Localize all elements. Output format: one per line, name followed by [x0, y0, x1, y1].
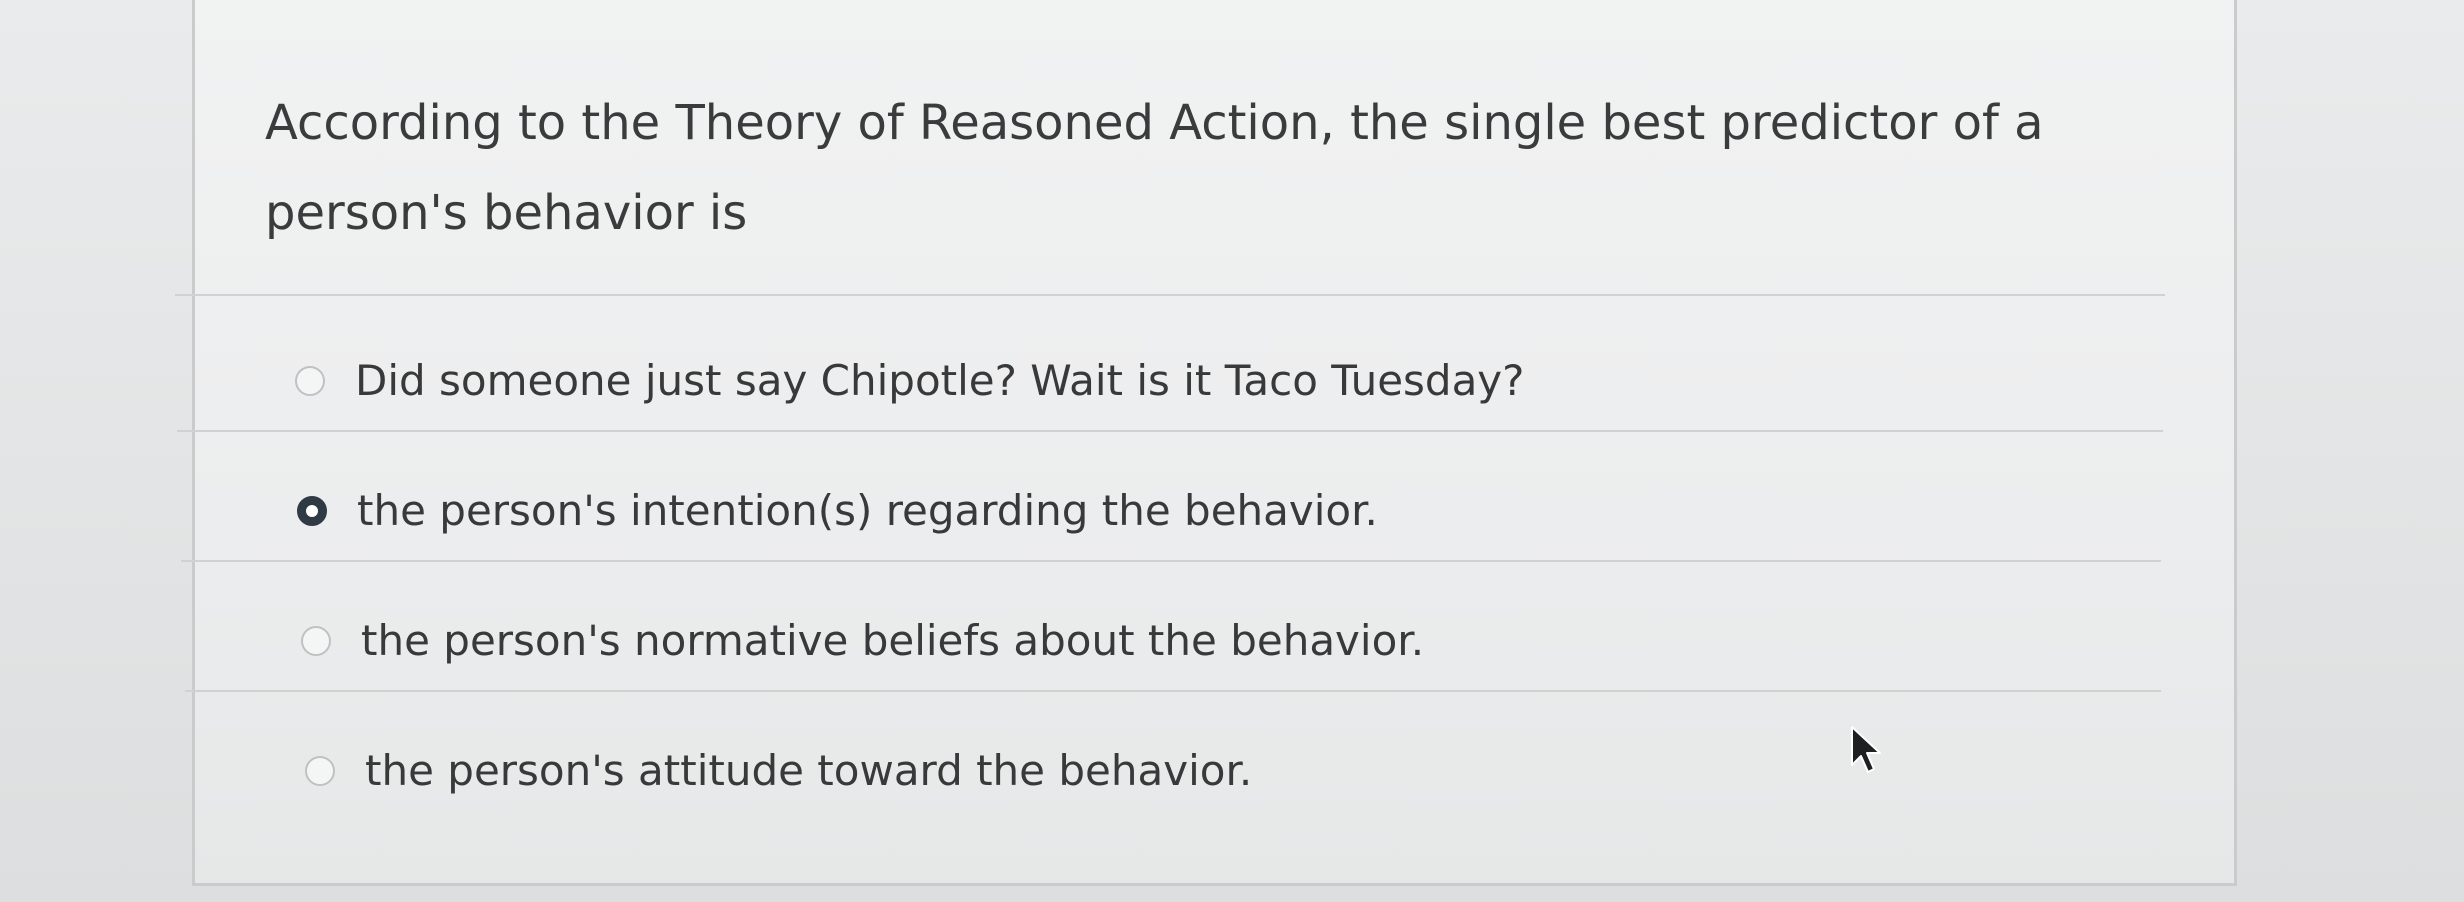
- answer-divider: [177, 430, 2163, 432]
- mouse-pointer-icon: [1851, 726, 1881, 773]
- answer-divider: [175, 294, 2165, 296]
- answer-label: the person's normative beliefs about the…: [361, 616, 1425, 665]
- answer-option-2[interactable]: the person's intention(s) regarding the …: [297, 486, 1378, 535]
- answer-divider: [185, 690, 2161, 692]
- question-card: According to the Theory of Reasoned Acti…: [175, 0, 2237, 886]
- radio-empty-icon[interactable]: [301, 625, 331, 656]
- question-text: According to the Theory of Reasoned Acti…: [265, 95, 2044, 241]
- radio-empty-icon[interactable]: [295, 365, 325, 396]
- radio-empty-icon[interactable]: [305, 755, 335, 786]
- answer-label: the person's attitude toward the behavio…: [365, 746, 1253, 795]
- answer-option-1[interactable]: Did someone just say Chipotle? Wait is i…: [295, 356, 1524, 405]
- answer-label: the person's intention(s) regarding the …: [357, 486, 1378, 535]
- answer-divider: [181, 560, 2161, 562]
- radio-filled-icon[interactable]: [297, 495, 327, 526]
- answer-option-4[interactable]: the person's attitude toward the behavio…: [305, 746, 1252, 795]
- answer-label: Did someone just say Chipotle? Wait is i…: [355, 356, 1525, 405]
- answer-option-3[interactable]: the person's normative beliefs about the…: [301, 616, 1424, 665]
- screen: According to the Theory of Reasoned Acti…: [0, 0, 2464, 902]
